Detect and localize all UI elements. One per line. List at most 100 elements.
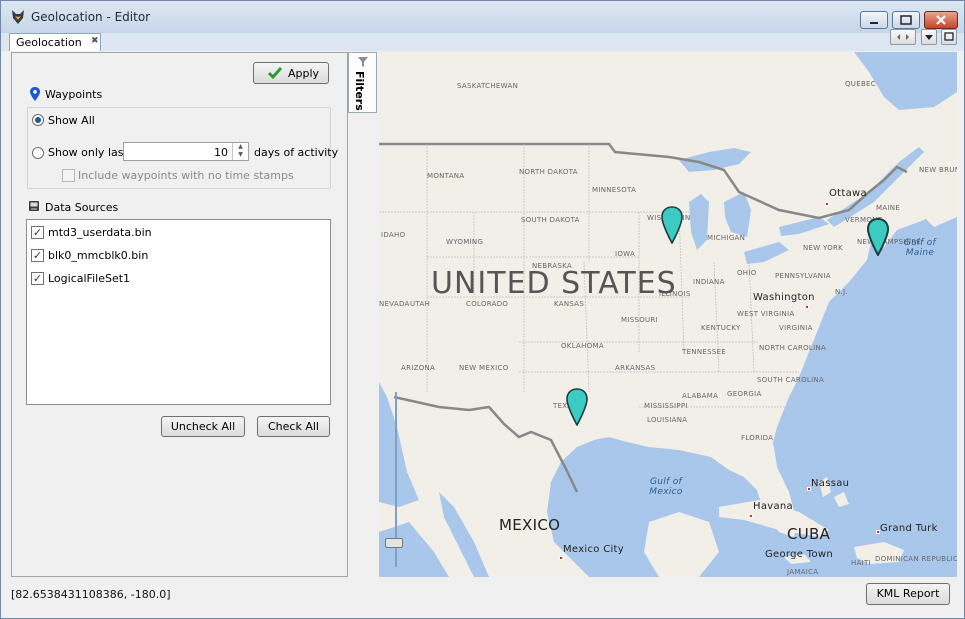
- map-label-mexico-city: Mexico City: [563, 544, 624, 555]
- list-item[interactable]: ✓ blk0_mmcblk0.bin: [27, 244, 330, 266]
- map-label-alabama: ALABAMA: [682, 392, 719, 400]
- uncheck-all-button[interactable]: Uncheck All: [161, 416, 245, 437]
- close-window-button[interactable]: [924, 11, 958, 29]
- include-no-timestamps-checkbox[interactable]: [62, 169, 75, 182]
- map-label-grand-turk: Grand Turk: [880, 523, 938, 534]
- filters-tab-label: Filters: [353, 71, 366, 111]
- coordinates-readout: [82.6538431108386, -180.0]: [11, 588, 171, 601]
- maximize-icon: [900, 15, 912, 25]
- map-label-wyoming: WYOMING: [446, 238, 484, 246]
- map-label-north-carolina: NORTH CAROLINA: [759, 344, 827, 352]
- show-only-last-label[interactable]: Show only last: [48, 146, 128, 159]
- map-pin-icon: [30, 87, 40, 101]
- window-title: Geolocation - Editor: [31, 10, 151, 24]
- map-label-pennsylvania: PENNSYLVANIA: [775, 272, 831, 280]
- apply-button[interactable]: Apply: [253, 62, 329, 84]
- show-all-radio[interactable]: [32, 114, 44, 126]
- zoom-slider-handle[interactable]: [385, 538, 403, 548]
- map-label-west-virginia: WEST VIRGINIA: [737, 310, 795, 318]
- map-label-gulf-of-mexico: Gulf of Mexico: [649, 477, 683, 497]
- map-label-north-dakota: NORTH DAKOTA: [519, 168, 578, 176]
- days-stepper[interactable]: ▲ ▼: [232, 143, 248, 160]
- tab-geolocation[interactable]: Geolocation ✖: [9, 33, 101, 51]
- waypoints-header: Waypoints: [45, 88, 103, 101]
- map-view[interactable]: SASKATCHEWAN QUEBEC MONTANA NORTH DAKOTA…: [379, 52, 957, 577]
- map-label-montana: MONTANA: [427, 172, 465, 180]
- days-value[interactable]: 10: [214, 146, 228, 159]
- map-label-south-dakota: SOUTH DAKOTA: [521, 216, 580, 224]
- stepper-up-icon[interactable]: ▲: [233, 143, 248, 151]
- waypoint-marker-icon[interactable]: [661, 206, 683, 244]
- map-label-oklahoma: OKLAHOMA: [561, 342, 604, 350]
- minimize-icon: [870, 22, 878, 24]
- data-source-label: blk0_mmcblk0.bin: [48, 249, 149, 262]
- tab-maximize-button[interactable]: [941, 29, 957, 45]
- days-spinner[interactable]: 10 ▲ ▼: [123, 142, 249, 161]
- waypoint-marker-icon[interactable]: [566, 388, 588, 426]
- data-source-label: LogicalFileSet1: [48, 272, 131, 285]
- title-bar[interactable]: Geolocation - Editor: [1, 1, 964, 33]
- map-label-cuba: CUBA: [787, 525, 831, 543]
- map-label-louisiana: LOUISIANA: [647, 416, 688, 424]
- tab-list-dropdown[interactable]: [921, 29, 937, 45]
- map-label-mexico: MEXICO: [499, 516, 561, 534]
- list-item[interactable]: ✓ LogicalFileSet1: [27, 267, 330, 289]
- map-label-mississippi: MISSISSIPPI: [644, 402, 688, 410]
- include-no-timestamps-label: Include waypoints with no time stamps: [78, 169, 294, 182]
- check-all-button[interactable]: Check All: [257, 416, 330, 437]
- apply-label: Apply: [288, 67, 320, 80]
- data-source-icon: [29, 201, 39, 211]
- city-dot: [749, 514, 753, 518]
- kml-report-button[interactable]: KML Report: [866, 583, 950, 605]
- checkmark-icon: [268, 67, 282, 80]
- map-label-ottawa: Ottawa: [829, 188, 867, 199]
- editor-window: Geolocation - Editor Geolocation ✖ Apply…: [0, 0, 965, 619]
- tab-scroll-arrows-icon: [897, 34, 909, 40]
- waypoint-marker-icon[interactable]: [867, 218, 889, 256]
- map-label-new-mexico: NEW MEXICO: [459, 364, 509, 372]
- map-label-new-brunswick: NEW BRUNSWICK: [919, 166, 957, 174]
- tab-scroll-buttons[interactable]: [890, 29, 916, 45]
- data-source-checkbox[interactable]: ✓: [31, 272, 44, 285]
- show-all-label[interactable]: Show All: [48, 114, 95, 127]
- map-label-minnesota: MINNESOTA: [592, 186, 637, 194]
- map-label-kansas: KANSAS: [554, 300, 585, 308]
- tab-close-icon[interactable]: ✖: [91, 36, 99, 46]
- map-label-united-states: UNITED STATES: [431, 266, 677, 301]
- map-label-missouri: MISSOURI: [621, 316, 658, 324]
- city-dot: [825, 202, 829, 206]
- data-source-checkbox[interactable]: ✓: [31, 249, 44, 262]
- data-source-label: mtd3_userdata.bin: [48, 226, 152, 239]
- map-label-indiana: INDIANA: [693, 278, 725, 286]
- data-sources-header: Data Sources: [45, 201, 119, 214]
- map-land: [379, 52, 957, 577]
- map-label-quebec: QUEBEC: [845, 80, 876, 88]
- map-label-virginia: VIRGINIA: [779, 324, 813, 332]
- map-label-maine: MAINE: [876, 204, 901, 212]
- map-label-nassau: Nassau: [811, 478, 850, 489]
- map-label-arizona: ARIZONA: [401, 364, 436, 372]
- stepper-down-icon[interactable]: ▼: [233, 151, 248, 159]
- days-suffix-label: days of activity: [254, 146, 339, 159]
- filters-side-tab[interactable]: Filters: [348, 52, 377, 113]
- show-only-last-radio[interactable]: [32, 147, 44, 159]
- map-label-michigan: MICHIGAN: [707, 234, 746, 242]
- map-label-tennessee: TENNESSEE: [682, 348, 727, 356]
- map-label-ohio: OHIO: [737, 269, 757, 277]
- map-label-gulf-of-maine: Gulf of Maine: [904, 238, 936, 258]
- map-label-george-town: George Town: [765, 549, 833, 560]
- city-dot: [559, 556, 563, 560]
- app-logo-icon: [12, 10, 24, 24]
- restore-icon: [944, 32, 954, 41]
- list-item[interactable]: ✓ mtd3_userdata.bin: [27, 221, 330, 243]
- map-label-idaho: IDAHO: [381, 231, 406, 239]
- map-label-jamaica: JAMAICA: [787, 568, 819, 576]
- map-label-new-york: NEW YORK: [803, 244, 844, 252]
- maximize-button[interactable]: [892, 11, 920, 29]
- chevron-down-icon: [925, 35, 933, 40]
- funnel-icon: [358, 57, 368, 67]
- map-label-colorado: COLORADO: [466, 300, 509, 308]
- data-sources-list: ✓ mtd3_userdata.bin ✓ blk0_mmcblk0.bin ✓…: [26, 219, 331, 405]
- data-source-checkbox[interactable]: ✓: [31, 226, 44, 239]
- minimize-button[interactable]: [860, 11, 888, 29]
